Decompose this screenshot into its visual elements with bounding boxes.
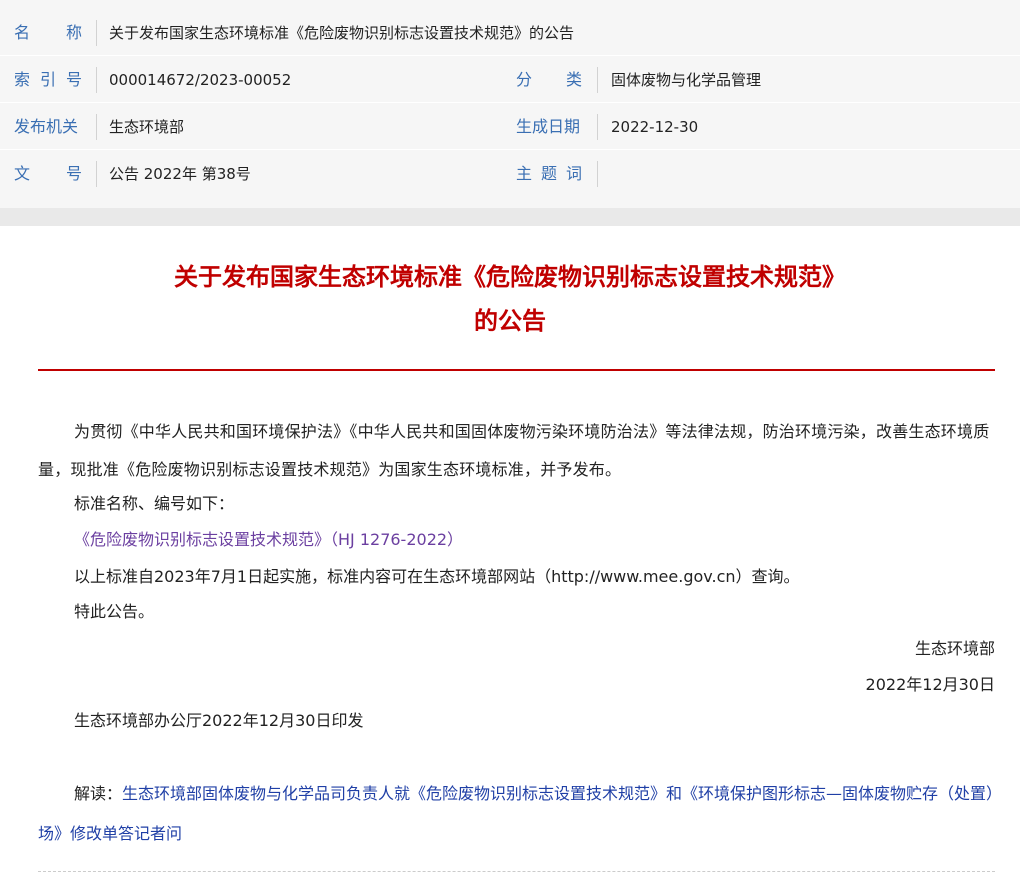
divider	[597, 67, 598, 93]
name-value: 关于发布国家生态环境标准《危险废物识别标志设置技术规范》的公告	[109, 24, 575, 42]
index-value: 000014672/2023-00052	[109, 71, 292, 89]
article-title: 关于发布国家生态环境标准《危险废物识别标志设置技术规范》 的公告	[0, 255, 1020, 343]
intro-paragraph: 为贯彻《中华人民共和国环境保护法》《中华人民共和国固体废物污染环境防治法》等法律…	[38, 422, 990, 479]
meta-row-name: 名 称 关于发布国家生态环境标准《危险废物识别标志设置技术规范》的公告	[0, 10, 1020, 56]
issuer-value: 生态环境部	[109, 118, 185, 136]
bottom-divider	[38, 871, 995, 872]
divider	[96, 20, 97, 46]
interpretation-link[interactable]: 生态环境部固体废物与化学品司负责人就《危险废物识别标志设置技术规范》和《环境保护…	[38, 784, 994, 843]
divider	[597, 161, 598, 187]
keywords-label: 主 题 词	[516, 164, 582, 183]
index-label: 索 引 号	[14, 70, 82, 89]
date-label: 生成日期	[516, 117, 581, 136]
list-heading: 标准名称、编号如下：	[74, 494, 235, 513]
meta-row-docno: 文 号 公告 2022年 第38号 主 题 词	[0, 151, 1020, 197]
meta-bottom-band	[0, 208, 1020, 226]
signature-date: 2022年12月30日	[865, 675, 995, 694]
meta-row-index: 索 引 号 000014672/2023-00052 分 类 固体废物与化学品管…	[0, 57, 1020, 103]
divider	[96, 67, 97, 93]
implementation-paragraph: 以上标准自2023年7月1日起实施，标准内容可在生态环境部网站（http://w…	[74, 567, 800, 586]
title-divider	[38, 369, 995, 371]
divider	[597, 114, 598, 140]
interpretation-paragraph: 解读：生态环境部固体废物与化学品司负责人就《危险废物识别标志设置技术规范》和《环…	[38, 774, 995, 854]
date-value: 2022-12-30	[611, 118, 699, 136]
divider	[96, 114, 97, 140]
meta-row-issuer: 发布机关 生态环境部 生成日期 2022-12-30	[0, 104, 1020, 150]
article-title-line2: 的公告	[474, 307, 546, 335]
issuer-label: 发布机关	[14, 117, 79, 136]
docno-label: 文 号	[14, 164, 82, 183]
standard-link[interactable]: 《危险废物识别标志设置技术规范》（HJ 1276-2022）	[38, 521, 995, 558]
docno-value: 公告 2022年 第38号	[109, 165, 251, 183]
notice-text: 特此公告。	[74, 602, 155, 621]
name-label: 名 称	[14, 23, 82, 42]
print-note: 生态环境部办公厅2022年12月30日印发	[74, 711, 364, 730]
interpretation-label: 解读：	[74, 784, 123, 803]
signature-org: 生态环境部	[914, 639, 995, 658]
divider	[96, 161, 97, 187]
article-title-line1: 关于发布国家生态环境标准《危险废物识别标志设置技术规范》	[174, 263, 846, 291]
category-label: 分 类	[516, 70, 582, 89]
metadata-table: 名 称 关于发布国家生态环境标准《危险废物识别标志设置技术规范》的公告 索 引 …	[0, 0, 1020, 208]
category-value: 固体废物与化学品管理	[611, 71, 762, 89]
